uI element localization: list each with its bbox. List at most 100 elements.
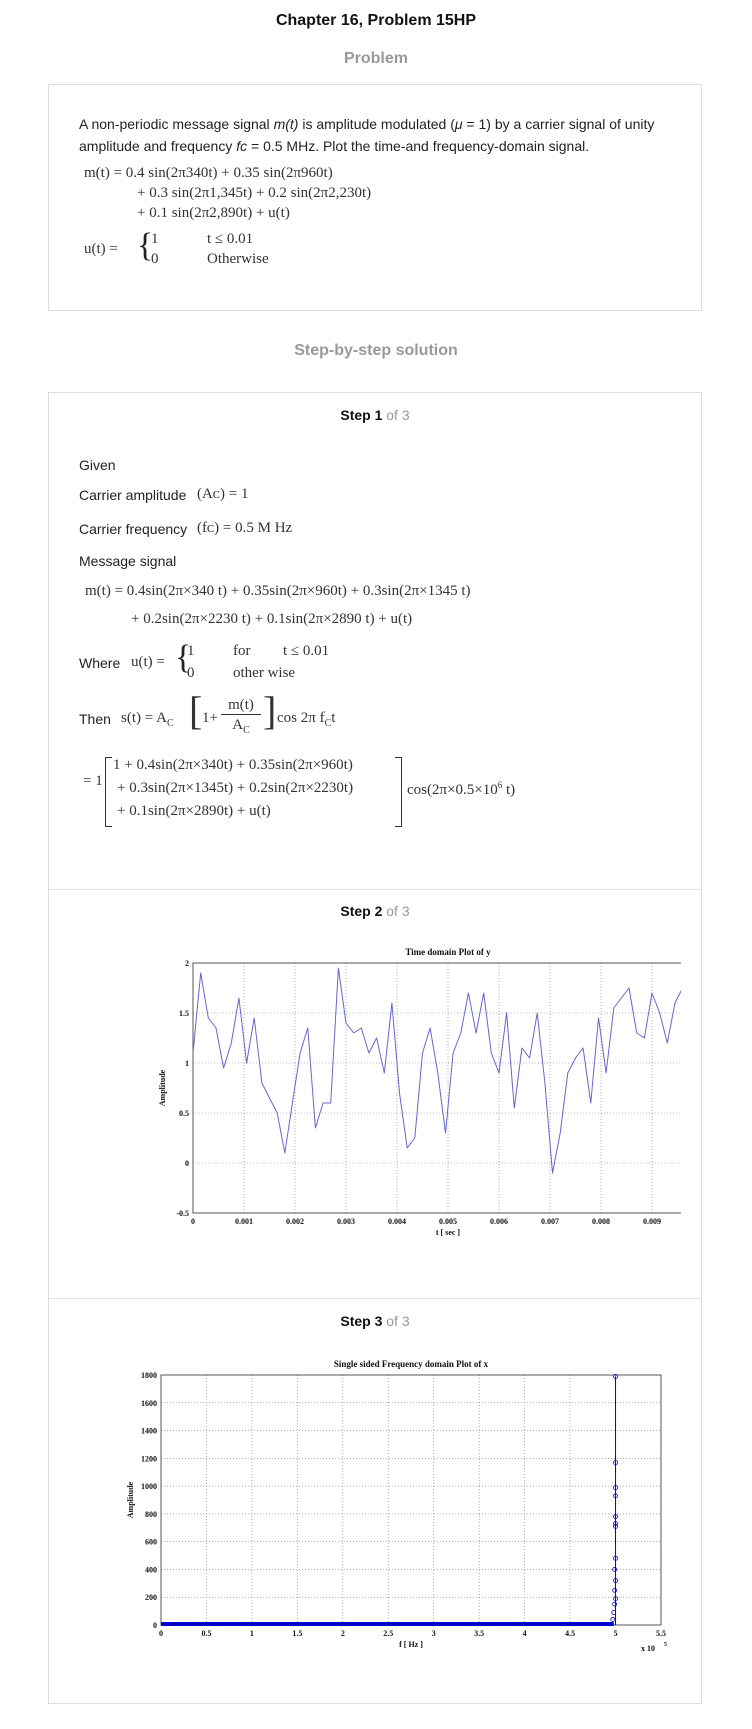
y-tick-label: 2 <box>185 959 189 968</box>
x-tick-label: 5 <box>614 1629 618 1638</box>
step1-big-line1: 1 + 0.4sin(2π×340t) + 0.35sin(2π×960t) <box>113 757 353 773</box>
x-tick-label: 2 <box>341 1629 345 1638</box>
step-1-title: Step 1 of 3 <box>49 407 701 423</box>
step1-where-lhs: u(t) = <box>131 654 165 670</box>
chart-title: Time domain Plot of y <box>405 947 491 957</box>
solution-box: Step 1 of 3 Given Carrier amplitude (Aᴄ)… <box>48 392 702 1704</box>
y-tick-label: 1400 <box>141 1427 157 1436</box>
y-tick-label: -0.5 <box>176 1209 189 1218</box>
y-tick-label: 0 <box>185 1159 189 1168</box>
step1-given: Given <box>79 457 116 473</box>
step1-big-line3: + 0.1sin(2π×2890t) + u(t) <box>117 803 271 819</box>
problem-eq-u-c1-cond: t ≤ 0.01 <box>207 231 254 247</box>
step1-big-bracket-close <box>395 757 402 827</box>
step1-then-lhs-sub: C <box>166 718 174 729</box>
y-tick-label: 1000 <box>141 1482 157 1491</box>
x-tick-label: 0.5 <box>201 1629 211 1638</box>
step1-then-num: m(t) <box>221 697 261 715</box>
time-domain-chart: Time domain Plot of y 0 0.001 0.002 0.003 0.0… <box>158 947 681 1237</box>
problem-eq-u-c2-val: 0 <box>151 251 159 267</box>
problem-text-4: = 0.5 MHz. Plot the time-and frequency-d… <box>247 138 590 154</box>
x-multiplier-exp: 5 <box>664 1642 667 1648</box>
y-tick-label: 1600 <box>141 1399 157 1408</box>
step1-then-bracket-open: [ <box>189 688 203 733</box>
page-title: Chapter 16, Problem 15HP <box>275 12 477 29</box>
problem-fc: fc <box>236 138 248 154</box>
problem-text-1: A non-periodic message signal <box>79 116 274 132</box>
step1-where-c1-for: for <box>233 643 251 659</box>
x-tick-label: 3 <box>432 1629 436 1638</box>
step1-where-c2-val: 0 <box>187 665 195 681</box>
x-tick-label: 0 <box>159 1629 163 1638</box>
step1-big-line2: + 0.3sin(2π×1345t) + 0.2sin(2π×2230t) <box>117 780 354 796</box>
y-tick-label: 400 <box>145 1565 157 1574</box>
series-line <box>192 967 681 1174</box>
step-2-label: Step 2 <box>340 903 383 919</box>
x-axis-label: t [ sec ] <box>436 1228 461 1237</box>
x-tick-label: 0.008 <box>592 1217 610 1226</box>
step1-then-one-plus: 1+ <box>202 710 218 726</box>
step1-carrier-amp-eq: (Aᴄ) = 1 <box>197 486 249 502</box>
y-tick-label: 200 <box>145 1593 157 1602</box>
step-separator-2 <box>49 1298 701 1299</box>
problem-eq-u-c1-val: 1 <box>151 231 159 247</box>
y-tick-label: 800 <box>145 1510 157 1519</box>
x-tick-label: 4 <box>523 1629 527 1638</box>
problem-mt: m(t) <box>273 116 299 132</box>
x-tick-label: 0.002 <box>286 1217 304 1226</box>
step1-message-label: Message signal <box>79 553 177 569</box>
step1-msg-line1: m(t) = 0.4sin(2π×340 t) + 0.35sin(2π×960… <box>85 583 471 599</box>
problem-heading: Problem <box>343 50 408 67</box>
problem-eq-m-line2: + 0.3 sin(2π1,345t) + 0.2 sin(2π2,230t) <box>137 185 372 201</box>
problem-eq-m-line1: m(t) = 0.4 sin(2π340t) + 0.35 sin(2π960t… <box>84 165 333 181</box>
x-axis-label: f [ Hz ] <box>399 1640 423 1649</box>
step1-then-lhs-text: s(t) = A <box>121 710 167 726</box>
step1-then-den: AC <box>221 717 261 736</box>
problem-mu: μ <box>454 116 463 132</box>
y-tick-label: 1800 <box>141 1371 157 1380</box>
x-multiplier: x 10 <box>641 1644 655 1653</box>
spectrum-marker <box>610 1617 616 1622</box>
step1-then-rhs-text: cos 2π f <box>277 710 325 726</box>
frequency-domain-chart: Single sided Frequency domain Plot of x 0… <box>126 1359 667 1653</box>
step1-where-c1-val: 1 <box>187 643 195 659</box>
chart-title: Single sided Frequency domain Plot of x <box>334 1359 489 1369</box>
step1-then-den-sub: C <box>243 725 250 736</box>
step1-where-c2-cond: other wise <box>233 665 296 681</box>
step1-big-cos: cos(2π×0.5×106 t) <box>407 780 515 799</box>
problem-text-2: is amplitude modulated ( <box>298 116 455 132</box>
x-tick-label: 2.5 <box>383 1629 393 1638</box>
step-1-of: of 3 <box>386 407 410 423</box>
x-tick-label: 0.003 <box>337 1217 355 1226</box>
step-3-of: of 3 <box>386 1313 410 1329</box>
x-tick-label: 0 <box>191 1217 195 1226</box>
step1-big-cos-tail: t) <box>502 782 516 798</box>
step1-big-bracket-open <box>105 757 112 827</box>
step-2-title: Step 2 of 3 <box>49 903 701 919</box>
step1-where-c1-cond: t ≤ 0.01 <box>283 643 330 659</box>
step1-then-rhs-t: t <box>331 710 336 726</box>
step1-then-lhs: s(t) = AC <box>121 710 174 729</box>
step1-big-cos-text: cos(2π×0.5×10 <box>407 782 498 798</box>
step-3-title: Step 3 of 3 <box>49 1313 701 1329</box>
step1-then-bracket-close: ] <box>263 688 277 733</box>
y-tick-label: 1 <box>185 1059 189 1068</box>
x-tick-label: 0.006 <box>490 1217 508 1226</box>
y-axis-label: Amplitude <box>126 1481 135 1518</box>
step1-where-label: Where <box>79 655 121 671</box>
step1-big-prefix: = 1 <box>83 773 103 789</box>
step1-carrier-amp-label: Carrier amplitude <box>79 487 187 503</box>
x-tick-label: 5.5 <box>656 1629 666 1638</box>
step1-then-den-text: A <box>232 717 244 733</box>
problem-eq-m-line3: + 0.1 sin(2π2,890t) + u(t) <box>137 205 290 221</box>
x-tick-label: 1.5 <box>292 1629 302 1638</box>
y-tick-label: 0 <box>153 1621 157 1630</box>
problem-eq-u-c2-cond: Otherwise <box>207 251 269 267</box>
x-tick-label: 3.5 <box>474 1629 484 1638</box>
x-tick-label: 0.009 <box>643 1217 661 1226</box>
problem-statement: A non-periodic message signal m(t) is am… <box>79 113 679 157</box>
step-separator-1 <box>49 889 701 890</box>
solution-heading: Step-by-step solution <box>294 342 458 359</box>
step1-then-label: Then <box>79 711 111 727</box>
x-tick-label: 0.005 <box>439 1217 457 1226</box>
